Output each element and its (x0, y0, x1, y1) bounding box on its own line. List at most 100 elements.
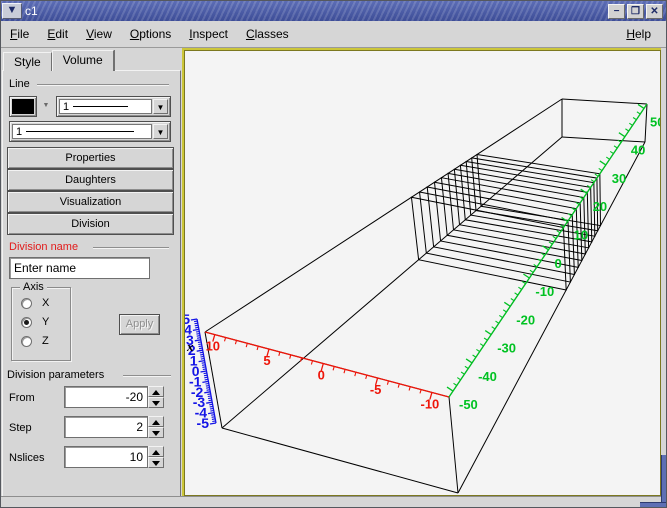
svg-text:30: 30 (612, 171, 626, 186)
volume-editor-panel: Style Volume Line ▼ 1 ▼ 1 (1, 48, 182, 507)
line-style-value: 1 (16, 126, 22, 138)
chevron-down-icon: ▼ (157, 128, 165, 137)
radio-selected-icon[interactable] (21, 317, 32, 328)
menu-view[interactable]: View (77, 23, 121, 45)
axis-x-label: X (42, 297, 49, 309)
line-width-sample (73, 106, 128, 107)
window-frame-right (661, 48, 666, 507)
triangle-down-icon (152, 401, 160, 406)
division-name-rule (93, 247, 169, 249)
axis-radio-z[interactable]: Z (21, 335, 49, 347)
menu-file[interactable]: File (1, 23, 38, 45)
step-input[interactable]: 2 (64, 416, 148, 438)
svg-text:-20: -20 (516, 312, 535, 327)
line-color-dropdown[interactable]: ▼ (40, 100, 52, 113)
division-params-label: Division parameters (7, 369, 104, 381)
svg-text:-40: -40 (478, 369, 497, 384)
resize-handle[interactable] (640, 502, 666, 507)
svg-text:0: 0 (318, 368, 325, 383)
close-button[interactable]: ✕ (646, 4, 663, 19)
svg-text:-30: -30 (497, 341, 516, 356)
triangle-down-icon (152, 461, 160, 466)
axis-radio-y[interactable]: Y (21, 316, 49, 328)
nslices-stepper[interactable] (148, 446, 164, 468)
svg-text:40: 40 (631, 143, 645, 158)
svg-text:-10: -10 (421, 396, 440, 411)
from-input[interactable]: -20 (64, 386, 148, 408)
menu-options[interactable]: Options (121, 23, 180, 45)
menu-bar: File Edit View Options Inspect Classes H… (1, 21, 666, 48)
svg-text:10: 10 (574, 228, 588, 243)
daughters-button[interactable]: Daughters (7, 169, 174, 191)
maximize-button[interactable]: ❐ (627, 4, 644, 19)
visualization-button[interactable]: Visualization (7, 191, 174, 213)
menu-help[interactable]: Help (617, 23, 660, 45)
svg-text:-50: -50 (459, 397, 478, 412)
line-group-rule (37, 84, 169, 86)
line-width-combo[interactable]: 1 ▼ (56, 96, 171, 117)
step-label: Step (9, 422, 32, 434)
triangle-up-icon (152, 420, 160, 425)
from-label: From (9, 392, 35, 404)
line-style-dropdown[interactable]: ▼ (153, 124, 168, 139)
division-name-input[interactable]: Enter name (9, 257, 150, 279)
line-color-value (12, 99, 34, 114)
axis-y-label: Y (42, 316, 49, 328)
step-stepper[interactable] (148, 416, 164, 438)
division-name-label: Division name (9, 241, 78, 253)
spin-up-button[interactable] (148, 386, 164, 397)
division-button[interactable]: Division (7, 213, 174, 235)
canvas-highlight-border: 1050-5-10-50-40-30-20-100102030405054321… (182, 48, 663, 498)
svg-text:0: 0 (555, 256, 562, 271)
svg-text:10: 10 (206, 339, 220, 354)
line-style-combo[interactable]: 1 ▼ (9, 121, 171, 142)
resize-handle[interactable] (661, 455, 666, 507)
nslices-label: Nslices (9, 452, 44, 464)
window-menu-button[interactable]: ▼ (2, 3, 22, 19)
radio-icon[interactable] (21, 298, 32, 309)
title-bar[interactable]: ▼ c1 − ❐ ✕ (1, 1, 666, 21)
line-color-swatch[interactable] (9, 96, 37, 117)
properties-button[interactable]: Properties (7, 147, 174, 169)
division-params-rule (123, 375, 171, 377)
nslices-input[interactable]: 10 (64, 446, 148, 468)
line-width-dropdown[interactable]: ▼ (153, 99, 168, 114)
maximize-icon: ❐ (631, 6, 640, 17)
svg-text:x: x (186, 339, 194, 354)
svg-text:-5: -5 (197, 415, 210, 431)
window-title: c1 (25, 4, 38, 18)
menu-inspect[interactable]: Inspect (180, 23, 237, 45)
tab-volume[interactable]: Volume (52, 50, 114, 71)
svg-text:20: 20 (593, 199, 607, 214)
svg-text:5: 5 (263, 353, 270, 368)
minimize-button[interactable]: − (608, 4, 625, 19)
chevron-down-icon: ▼ (43, 102, 50, 109)
spin-down-button[interactable] (148, 397, 164, 408)
menu-classes[interactable]: Classes (237, 23, 298, 45)
triangle-up-icon (152, 390, 160, 395)
tab-style[interactable]: Style (3, 52, 52, 71)
editor-tabs: Style Volume (3, 50, 114, 71)
from-stepper[interactable] (148, 386, 164, 408)
menu-edit[interactable]: Edit (38, 23, 77, 45)
window-frame-bottom (1, 496, 666, 507)
axis-z-label: Z (42, 335, 49, 347)
spin-down-button[interactable] (148, 427, 164, 438)
root-canvas[interactable]: 1050-5-10-50-40-30-20-100102030405054321… (184, 50, 661, 496)
minimize-icon: − (614, 6, 620, 17)
axis-radio-x[interactable]: X (21, 297, 49, 309)
root-canvas-svg: 1050-5-10-50-40-30-20-100102030405054321… (185, 51, 660, 495)
spin-up-button[interactable] (148, 446, 164, 457)
apply-button[interactable]: Apply (119, 314, 160, 335)
svg-text:50: 50 (650, 114, 660, 129)
close-icon: ✕ (650, 6, 658, 17)
line-group-label: Line (9, 78, 30, 90)
spin-up-button[interactable] (148, 416, 164, 427)
triangle-down-icon (152, 431, 160, 436)
spin-down-button[interactable] (148, 457, 164, 468)
axis-group-label: Axis (20, 281, 47, 293)
svg-text:-10: -10 (535, 284, 554, 299)
axis-groupbox: Axis X Y Z (11, 287, 71, 361)
app-window: ▼ c1 − ❐ ✕ File Edit View Options Inspec… (0, 0, 667, 508)
radio-icon[interactable] (21, 336, 32, 347)
